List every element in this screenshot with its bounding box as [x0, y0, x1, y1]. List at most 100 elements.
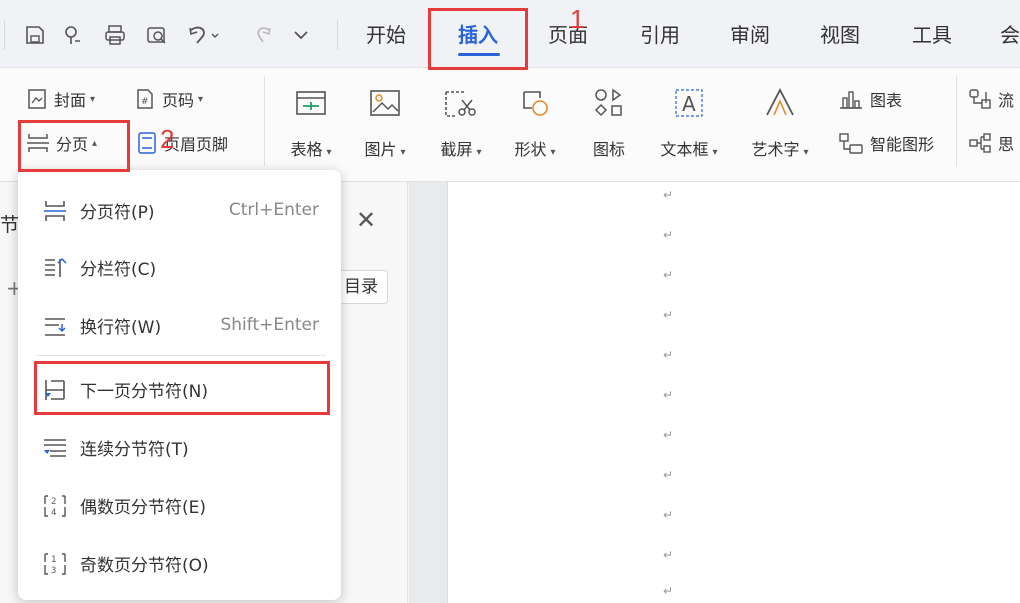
chart-button[interactable]: 图表: [838, 85, 902, 113]
mindmap-icon: [969, 133, 991, 153]
tab-references[interactable]: 引用: [640, 20, 680, 50]
flowchart-label: 流: [998, 91, 1015, 110]
paragraph-mark: ↵: [663, 428, 674, 442]
ribbon: 封面 ▾ # 页码 ▾ 分页 ▴ 页眉页脚 表格 ▾ 图片 ▾ 截屏 ▾ 形状 ▾ 图标 A …: [0, 68, 1020, 182]
menu-item-column-break[interactable]: 分栏符(C): [18, 244, 341, 290]
wordart-label: 艺术字: [751, 140, 800, 159]
textbox-icon: A: [675, 89, 703, 117]
svg-text:4: 4: [51, 508, 56, 518]
flowchart-button[interactable]: 流: [968, 85, 1014, 113]
mindmap-label: 思: [998, 135, 1015, 154]
icon-library-icon: [594, 88, 622, 117]
picture-button[interactable]: 图片 ▾: [352, 82, 418, 172]
screenshot-button[interactable]: 截屏 ▾: [428, 82, 494, 172]
header-footer-icon: [138, 132, 156, 154]
wordart-button[interactable]: 艺术字 ▾: [747, 82, 813, 172]
menu-item-line-break[interactable]: 换行符(W) Shift+Enter: [18, 302, 341, 348]
paragraph-mark: ↵: [663, 348, 674, 362]
flowchart-icon: [969, 89, 991, 109]
paragraph-mark: ↵: [663, 188, 674, 202]
menu-item-continuous-section-break[interactable]: 连续分节符(T): [18, 424, 341, 470]
wordart-icon: [766, 88, 794, 116]
svg-text:#: #: [141, 97, 149, 107]
paragraph-mark: ↵: [663, 584, 674, 598]
svg-text:3: 3: [51, 566, 56, 576]
cover-icon: [28, 89, 46, 109]
close-icon[interactable]: ✕: [356, 206, 376, 234]
paragraph-mark: ↵: [663, 228, 674, 242]
page-number-icon: #: [137, 89, 153, 109]
table-button[interactable]: 表格 ▾: [278, 82, 344, 172]
smartart-button[interactable]: 智能图形: [838, 129, 934, 157]
table-label: 表格: [290, 140, 323, 159]
page-number-button[interactable]: # 页码 ▾: [134, 85, 203, 113]
even-page-section-break-icon: 24: [44, 495, 66, 518]
menu-item-label: 换行符(W): [80, 317, 162, 338]
tab-tools[interactable]: 工具: [912, 20, 952, 50]
save-icon[interactable]: [20, 18, 50, 52]
textbox-button[interactable]: A 文本框 ▾: [656, 82, 722, 172]
menu-divider: [36, 355, 326, 356]
shape-button[interactable]: 形状 ▾: [502, 82, 568, 172]
icon-library-button[interactable]: 图标: [576, 82, 642, 172]
svg-text:1: 1: [51, 555, 56, 565]
svg-text:2: 2: [51, 497, 56, 507]
chevron-down-icon: ▾: [712, 147, 718, 158]
annotation-step-1: 1: [570, 4, 585, 34]
line-break-icon: [45, 318, 66, 336]
tab-home[interactable]: 开始: [366, 20, 406, 50]
cover-label: 封面: [54, 91, 87, 110]
highlight-page-break-button: [18, 120, 130, 172]
print-icon[interactable]: [100, 18, 130, 52]
menu-item-even-page-section-break[interactable]: 24 偶数页分节符(E): [18, 482, 341, 528]
undo-icon[interactable]: [184, 18, 224, 52]
menu-item-label: 分页符(P): [80, 202, 155, 223]
divider: [337, 20, 338, 50]
page-break-icon: [44, 201, 66, 221]
picture-label: 图片: [364, 140, 397, 159]
menu-item-label: 奇数页分节符(O): [80, 555, 209, 576]
tab-review[interactable]: 审阅: [730, 20, 770, 50]
tab-view[interactable]: 视图: [820, 20, 860, 50]
odd-page-section-break-icon: 13: [44, 553, 66, 576]
chevron-down-icon: ▾: [476, 147, 482, 158]
tab-member[interactable]: 会: [1000, 20, 1020, 50]
textbox-label: 文本框: [660, 140, 709, 159]
continuous-section-break-icon: [44, 439, 66, 457]
export-pdf-icon[interactable]: [58, 18, 88, 52]
divider: [956, 76, 957, 166]
column-break-icon: [45, 257, 67, 277]
shortcut-text: Ctrl+Enter: [228, 200, 319, 220]
panel-title: 节: [0, 214, 20, 236]
shortcut-text: Shift+Enter: [220, 315, 319, 335]
scissors-icon: [445, 91, 476, 117]
highlight-insert-tab: [428, 8, 528, 70]
paragraph-mark: ↵: [663, 308, 674, 322]
divider: [4, 20, 5, 50]
mindmap-button[interactable]: 思: [968, 129, 1014, 157]
chart-icon: [840, 91, 862, 109]
menu-item-page-break[interactable]: 分页符(P) Ctrl+Enter: [18, 187, 341, 233]
redo-icon[interactable]: [248, 18, 278, 52]
chevron-down-icon[interactable]: [286, 18, 316, 52]
smartart-label: 智能图形: [870, 135, 935, 154]
chevron-down-icon: ▾: [326, 147, 332, 158]
shape-label: 形状: [514, 140, 547, 159]
header-footer-button[interactable]: 页眉页脚: [136, 129, 228, 157]
chevron-down-icon: ▾: [198, 93, 204, 105]
picture-icon: [370, 90, 400, 116]
chevron-down-icon: ▾: [400, 147, 406, 158]
toc-button[interactable]: 目录: [334, 270, 388, 304]
svg-text:A: A: [682, 92, 696, 116]
icon-library-label: 图标: [592, 140, 625, 159]
menu-item-label: 连续分节符(T): [80, 439, 189, 460]
menu-item-odd-page-section-break[interactable]: 13 奇数页分节符(O): [18, 540, 341, 586]
smartart-icon: [839, 133, 863, 154]
document-page[interactable]: ↵ ↵ ↵ ↵ ↵ ↵ ↵ ↵ ↵ ↵ ↵: [447, 182, 1020, 603]
highlight-next-page-section-break: [34, 361, 330, 415]
print-preview-icon[interactable]: [142, 18, 172, 52]
table-icon: [296, 91, 326, 115]
cover-button[interactable]: 封面 ▾: [26, 85, 95, 113]
shape-icon: [523, 91, 548, 116]
paragraph-mark: ↵: [663, 548, 674, 562]
